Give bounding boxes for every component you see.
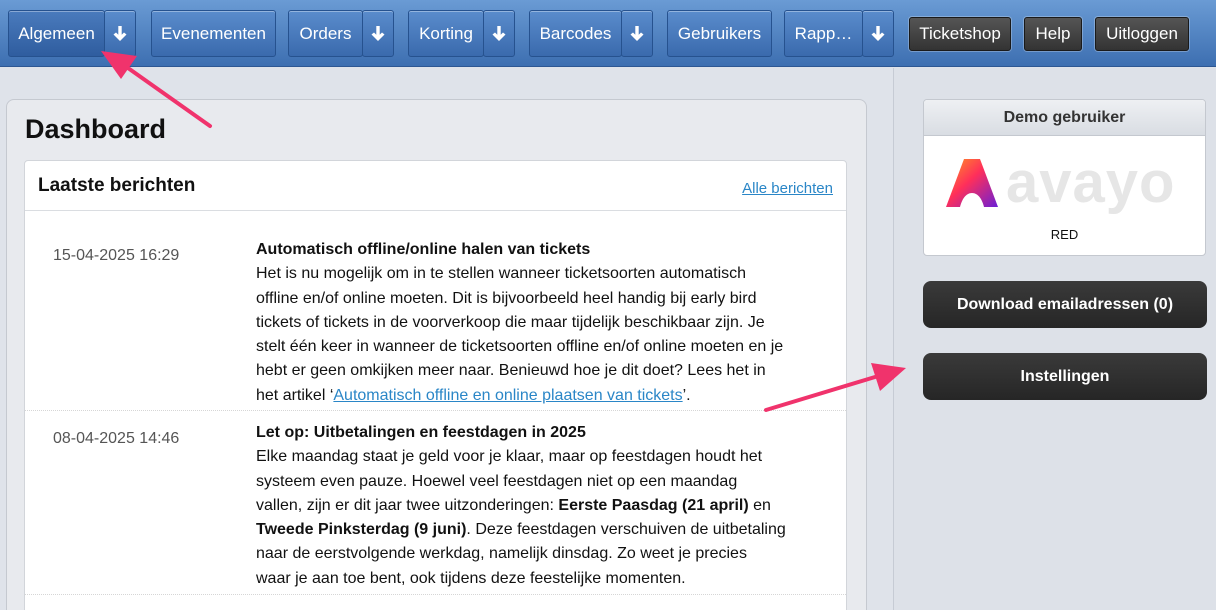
nav-group-algemeen: Algemeen [8, 10, 136, 57]
article-link[interactable]: Automatisch offline en online plaatsen v… [333, 387, 682, 404]
nav-rapportages-button[interactable]: Rapp… [784, 10, 863, 57]
help-button[interactable]: Help [1024, 17, 1082, 51]
nav-gebruikers-button[interactable]: Gebruikers [667, 10, 772, 57]
nav-barcodes-button[interactable]: Barcodes [529, 10, 622, 57]
nav-group-barcodes: Barcodes [529, 10, 653, 57]
page-title: Dashboard [25, 114, 167, 144]
news-divider [25, 594, 846, 595]
nav-algemeen-button[interactable]: Algemeen [8, 10, 105, 57]
demo-user-card: Demo gebruiker avayo RED [923, 99, 1206, 256]
logout-button[interactable]: Uitloggen [1095, 17, 1189, 51]
news-date: 15-04-2025 16:29 [53, 247, 180, 264]
arrow-down-icon [371, 26, 385, 41]
news-title: Laatste berichten [38, 175, 196, 196]
news-text-part: Het is nu mogelijk om in te stellen wann… [256, 265, 784, 404]
arrow-down-icon [630, 26, 644, 41]
nav-orders-dropdown[interactable] [362, 10, 394, 57]
nav-evenementen-button[interactable]: Evenementen [151, 10, 276, 57]
avayo-logo-icon [946, 159, 998, 207]
arrow-down-icon [492, 26, 506, 41]
news-box: Laatste berichten Alle berichten 15-04-2… [24, 160, 847, 610]
news-header: Laatste berichten Alle berichten [25, 161, 846, 211]
nav-rapportages-dropdown[interactable] [862, 10, 894, 57]
news-bold-date: Eerste Paasdag (21 april) [558, 496, 749, 514]
nav-korting-dropdown[interactable] [483, 10, 515, 57]
news-text-part: en [748, 496, 771, 514]
settings-button[interactable]: Instellingen [923, 353, 1207, 400]
news-bold-date: Tweede Pinksterdag (9 juni) [256, 521, 467, 539]
arrow-down-icon [113, 26, 127, 41]
nav-group-rapportages: Rapp… [784, 10, 894, 57]
nav-group-gebruikers: Gebruikers [667, 10, 772, 57]
logo-text: avayo [1006, 150, 1176, 215]
news-body: Let op: Uitbetalingen en feestdagen in 2… [256, 421, 786, 591]
nav-algemeen-dropdown[interactable] [104, 10, 136, 57]
nav-group-evenementen: Evenementen [151, 10, 276, 57]
nav-barcodes-dropdown[interactable] [621, 10, 653, 57]
news-body: Automatisch offline/online halen van tic… [256, 238, 786, 408]
news-date: 08-04-2025 14:46 [53, 430, 180, 447]
nav-korting-button[interactable]: Korting [408, 10, 484, 57]
all-news-link[interactable]: Alle berichten [742, 180, 833, 197]
avayo-logo: avayo [946, 154, 1175, 212]
nav-group-korting: Korting [408, 10, 515, 57]
news-text: Het is nu mogelijk om in te stellen wann… [256, 262, 786, 408]
nav-group-orders: Orders [288, 10, 394, 57]
demo-user-title: Demo gebruiker [924, 100, 1205, 136]
ticketshop-button[interactable]: Ticketshop [909, 17, 1011, 51]
news-text-end: ’. [682, 386, 691, 404]
top-navigation: Algemeen Evenementen Orders Korting Barc… [0, 0, 1216, 67]
news-headline: Automatisch offline/online halen van tic… [256, 241, 591, 258]
arrow-down-icon [871, 26, 885, 41]
download-emails-button[interactable]: Download emailadressen (0) [923, 281, 1207, 328]
nav-orders-button[interactable]: Orders [288, 10, 363, 57]
news-divider [25, 410, 846, 411]
plan-label: RED [1050, 227, 1079, 242]
news-headline: Let op: Uitbetalingen en feestdagen in 2… [256, 424, 586, 441]
news-text: Elke maandag staat je geld voor je klaar… [256, 445, 786, 591]
